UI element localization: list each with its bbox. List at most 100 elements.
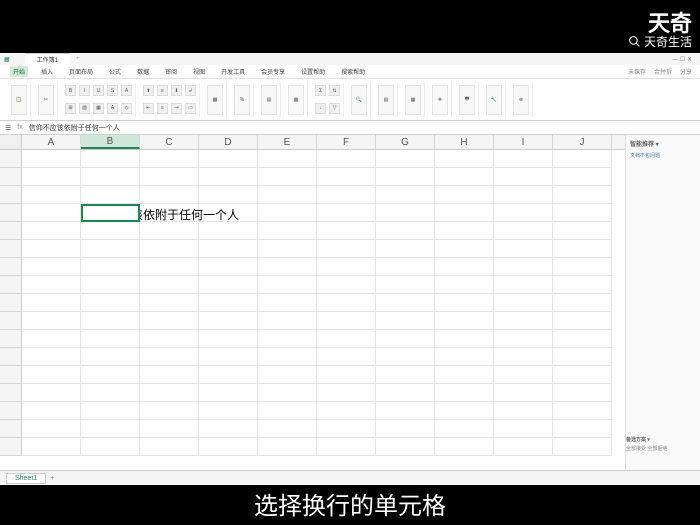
cell[interactable] <box>376 222 435 240</box>
cell[interactable] <box>317 222 376 240</box>
cell[interactable] <box>317 402 376 420</box>
cell[interactable] <box>376 204 435 222</box>
panel-title[interactable]: 智能推荐 ▾ <box>630 139 696 148</box>
row-header[interactable] <box>0 420 22 438</box>
cell[interactable] <box>258 222 317 240</box>
freeze-button[interactable]: ❄ <box>432 85 448 115</box>
fill-button[interactable]: ▨ <box>79 103 90 114</box>
col-header-f[interactable]: F <box>317 135 376 149</box>
cell[interactable] <box>494 330 553 348</box>
cell[interactable] <box>258 438 317 456</box>
strike-button[interactable]: S <box>107 85 118 96</box>
cell[interactable] <box>22 186 81 204</box>
cell[interactable] <box>81 366 140 384</box>
cell[interactable] <box>199 438 258 456</box>
cell[interactable] <box>22 402 81 420</box>
col-header-h[interactable]: H <box>435 135 494 149</box>
cell[interactable] <box>199 150 258 168</box>
cell[interactable] <box>199 420 258 438</box>
col-header-a[interactable]: A <box>22 135 81 149</box>
cell[interactable] <box>22 384 81 402</box>
align-top-button[interactable]: ⬆ <box>143 85 154 96</box>
wrap-button[interactable]: ↲ <box>185 85 196 96</box>
cell[interactable] <box>494 348 553 366</box>
cell[interactable] <box>81 402 140 420</box>
cell[interactable] <box>199 348 258 366</box>
cell[interactable] <box>435 312 494 330</box>
row-header[interactable] <box>0 348 22 366</box>
cell[interactable] <box>81 276 140 294</box>
row-header[interactable] <box>0 258 22 276</box>
cell[interactable] <box>81 330 140 348</box>
cell[interactable] <box>22 348 81 366</box>
cell[interactable] <box>317 384 376 402</box>
cell[interactable] <box>140 186 199 204</box>
cell[interactable] <box>494 420 553 438</box>
cell[interactable] <box>22 222 81 240</box>
new-tab-plus[interactable]: + <box>76 56 80 62</box>
cell[interactable] <box>317 348 376 366</box>
cell[interactable] <box>81 348 140 366</box>
cell[interactable] <box>317 204 376 222</box>
cell[interactable] <box>199 402 258 420</box>
cell[interactable] <box>258 312 317 330</box>
cell[interactable] <box>140 222 199 240</box>
row-header[interactable] <box>0 294 22 312</box>
col-header-g[interactable]: G <box>376 135 435 149</box>
cell[interactable] <box>317 276 376 294</box>
font-a-button[interactable]: A <box>107 103 118 114</box>
cell[interactable] <box>258 168 317 186</box>
cell[interactable] <box>553 276 612 294</box>
cell[interactable] <box>199 366 258 384</box>
cell[interactable] <box>199 222 258 240</box>
panel-subtitle[interactable]: 文档不包问题 <box>630 152 696 159</box>
cell[interactable] <box>553 420 612 438</box>
cell[interactable] <box>199 168 258 186</box>
cell[interactable] <box>376 438 435 456</box>
underline-button[interactable]: U <box>93 85 104 96</box>
cell[interactable] <box>317 366 376 384</box>
row-header[interactable] <box>0 204 22 222</box>
cell[interactable] <box>435 222 494 240</box>
cell[interactable] <box>81 222 140 240</box>
row-header[interactable] <box>0 150 22 168</box>
fx-label[interactable]: fx <box>17 124 22 131</box>
cell[interactable] <box>140 258 199 276</box>
window-controls[interactable]: — ☐ ✕ <box>672 56 692 63</box>
cell[interactable] <box>317 420 376 438</box>
bold-button[interactable]: B <box>65 85 76 96</box>
cell[interactable] <box>553 150 612 168</box>
cell[interactable] <box>494 438 553 456</box>
cell[interactable] <box>494 150 553 168</box>
col-header-b[interactable]: B <box>81 135 140 149</box>
select-all-corner[interactable] <box>0 135 22 149</box>
row-col-button[interactable]: ▤ <box>378 85 394 115</box>
cell[interactable] <box>199 258 258 276</box>
cell[interactable] <box>140 420 199 438</box>
cell[interactable] <box>435 348 494 366</box>
cell[interactable] <box>553 348 612 366</box>
formula-content[interactable]: 信仰不应该依附于任何一个人 <box>29 123 120 133</box>
cell[interactable] <box>553 240 612 258</box>
cell[interactable] <box>435 402 494 420</box>
cell[interactable] <box>258 240 317 258</box>
align-bot-button[interactable]: ⬇ <box>171 85 182 96</box>
merge-cells-button[interactable]: ▭ <box>185 103 196 114</box>
cell[interactable] <box>494 240 553 258</box>
align-mid-button[interactable]: ≡ <box>157 85 168 96</box>
row-header[interactable] <box>0 366 22 384</box>
cell[interactable] <box>258 294 317 312</box>
cell[interactable] <box>140 348 199 366</box>
cell[interactable] <box>376 312 435 330</box>
cell[interactable] <box>376 366 435 384</box>
tab-home[interactable]: 开始 <box>10 66 28 77</box>
cell[interactable] <box>140 276 199 294</box>
cell[interactable] <box>494 186 553 204</box>
table-style-button[interactable]: ▦ <box>288 85 304 115</box>
cell[interactable] <box>376 384 435 402</box>
cell[interactable] <box>258 384 317 402</box>
cell[interactable] <box>22 150 81 168</box>
cell[interactable] <box>553 186 612 204</box>
cell[interactable] <box>435 438 494 456</box>
tab-insert[interactable]: 插入 <box>38 66 56 77</box>
